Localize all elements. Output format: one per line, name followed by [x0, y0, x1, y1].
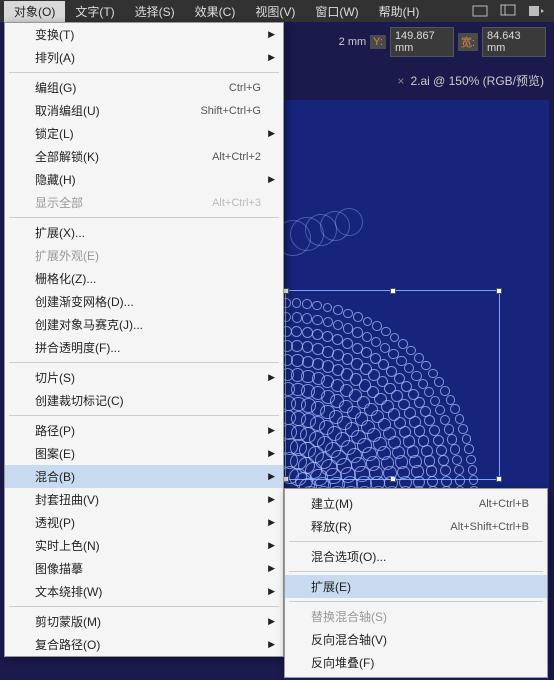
- menu-select[interactable]: 选择(S): [125, 1, 185, 22]
- menu-item[interactable]: 复合路径(O)▶: [5, 633, 283, 656]
- menu-object[interactable]: 对象(O): [4, 1, 65, 22]
- chevron-right-icon: ▶: [268, 52, 275, 63]
- submenu-item[interactable]: 释放(R)Alt+Shift+Ctrl+B: [285, 515, 547, 538]
- menu-item[interactable]: 排列(A)▶: [5, 46, 283, 69]
- chevron-right-icon: ▶: [268, 372, 275, 383]
- chevron-right-icon: ▶: [268, 174, 275, 185]
- menu-effect[interactable]: 效果(C): [185, 1, 246, 22]
- submenu-item[interactable]: 反向混合轴(V): [285, 628, 547, 651]
- menu-item: 显示全部Alt+Ctrl+3: [5, 191, 283, 214]
- blend-submenu: 建立(M)Alt+Ctrl+B释放(R)Alt+Shift+Ctrl+B 混合选项…: [284, 488, 548, 678]
- menu-view[interactable]: 视图(V): [245, 1, 305, 22]
- w-label: 宽:: [458, 33, 478, 51]
- menu-item[interactable]: 扩展(X)...: [5, 221, 283, 244]
- chevron-right-icon: ▶: [268, 494, 275, 505]
- artboard-selection[interactable]: [285, 290, 500, 480]
- menu-item[interactable]: 封套扭曲(V)▶: [5, 488, 283, 511]
- menu-item[interactable]: 锁定(L)▶: [5, 122, 283, 145]
- handle-se[interactable]: [496, 476, 502, 482]
- workspace-icon[interactable]: [470, 3, 490, 19]
- y-field[interactable]: 149.867 mm: [390, 27, 454, 57]
- chevron-right-icon: ▶: [268, 425, 275, 436]
- menu-item[interactable]: 路径(P)▶: [5, 419, 283, 442]
- object-menu: 变换(T)▶排列(A)▶ 编组(G)Ctrl+G取消编组(U)Shift+Ctrl…: [4, 22, 284, 657]
- menu-item[interactable]: 切片(S)▶: [5, 366, 283, 389]
- chevron-right-icon: ▶: [268, 471, 275, 482]
- menu-item[interactable]: 隐藏(H)▶: [5, 168, 283, 191]
- menu-window[interactable]: 窗口(W): [305, 1, 368, 22]
- handle-n[interactable]: [390, 288, 396, 294]
- submenu-item[interactable]: 混合选项(O)...: [285, 545, 547, 568]
- menu-item[interactable]: 创建对象马赛克(J)...: [5, 313, 283, 336]
- tab-title: 2.ai @ 150% (RGB/预览): [410, 72, 544, 89]
- menubar: 对象(O) 文字(T) 选择(S) 效果(C) 视图(V) 窗口(W) 帮助(H…: [0, 0, 554, 22]
- submenu-item[interactable]: 扩展(E): [285, 575, 547, 598]
- menu-item[interactable]: 变换(T)▶: [5, 23, 283, 46]
- document-tab[interactable]: × 2.ai @ 150% (RGB/预览): [393, 72, 544, 89]
- chevron-right-icon: ▶: [268, 616, 275, 627]
- menu-item[interactable]: 全部解锁(K)Alt+Ctrl+2: [5, 145, 283, 168]
- chevron-right-icon: ▶: [268, 586, 275, 597]
- chevron-right-icon: ▶: [268, 128, 275, 139]
- x-unit: 2 mm: [339, 36, 367, 48]
- menu-item[interactable]: 创建渐变网格(D)...: [5, 290, 283, 313]
- chevron-right-icon: ▶: [268, 29, 275, 40]
- menu-item[interactable]: 剪切蒙版(M)▶: [5, 610, 283, 633]
- search-icon[interactable]: [498, 3, 518, 19]
- chevron-right-icon: ▶: [268, 517, 275, 528]
- chevron-right-icon: ▶: [268, 563, 275, 574]
- menu-help[interactable]: 帮助(H): [369, 1, 430, 22]
- submenu-item[interactable]: 反向堆叠(F): [285, 651, 547, 674]
- menu-item[interactable]: 文本绕排(W)▶: [5, 580, 283, 603]
- chevron-right-icon: ▶: [268, 540, 275, 551]
- menu-item[interactable]: 创建裁切标记(C): [5, 389, 283, 412]
- submenu-item[interactable]: 建立(M)Alt+Ctrl+B: [285, 492, 547, 515]
- menu-item[interactable]: 拼合透明度(F)...: [5, 336, 283, 359]
- arrange-icon[interactable]: [526, 3, 546, 19]
- chevron-right-icon: ▶: [268, 639, 275, 650]
- control-bar: 2 mm Y: 149.867 mm 宽: 84.643 mm: [339, 28, 554, 56]
- y-label: Y:: [370, 35, 386, 49]
- menu-item[interactable]: 混合(B)▶: [5, 465, 283, 488]
- menu-item[interactable]: 透视(P)▶: [5, 511, 283, 534]
- menu-item[interactable]: 图案(E)▶: [5, 442, 283, 465]
- chevron-right-icon: ▶: [268, 448, 275, 459]
- w-field[interactable]: 84.643 mm: [482, 27, 546, 57]
- submenu-item: 替换混合轴(S): [285, 605, 547, 628]
- menu-item: 扩展外观(E): [5, 244, 283, 267]
- menu-item[interactable]: 栅格化(Z)...: [5, 267, 283, 290]
- menu-item[interactable]: 图像描摹▶: [5, 557, 283, 580]
- menu-item[interactable]: 取消编组(U)Shift+Ctrl+G: [5, 99, 283, 122]
- close-icon[interactable]: ×: [397, 74, 404, 88]
- menu-item[interactable]: 实时上色(N)▶: [5, 534, 283, 557]
- handle-ne[interactable]: [496, 288, 502, 294]
- menu-type[interactable]: 文字(T): [65, 1, 124, 22]
- menu-item[interactable]: 编组(G)Ctrl+G: [5, 76, 283, 99]
